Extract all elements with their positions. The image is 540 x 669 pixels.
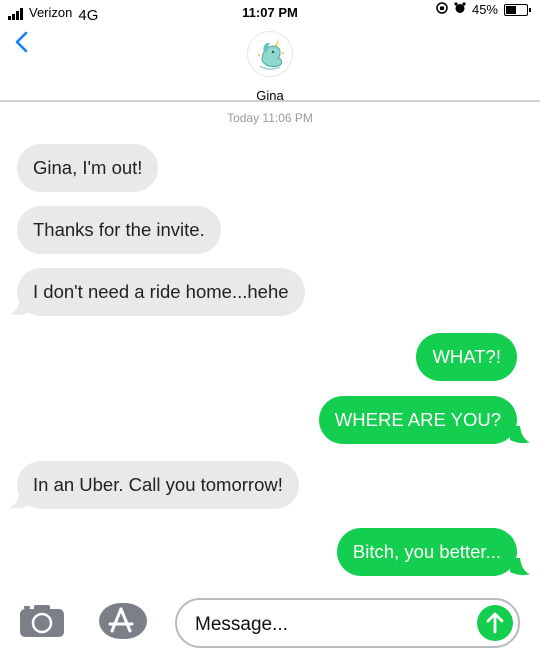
alarm-icon xyxy=(454,2,466,17)
battery-percent: 45% xyxy=(471,2,498,17)
received-message[interactable]: Thanks for the invite. xyxy=(17,206,221,254)
sent-message[interactable]: WHAT?! xyxy=(416,333,517,381)
received-message[interactable]: In an Uber. Call you tomorrow! xyxy=(17,461,299,509)
header-divider xyxy=(0,100,540,102)
status-indicators: 45% xyxy=(436,2,531,17)
battery-icon xyxy=(504,3,531,16)
camera-icon[interactable] xyxy=(18,603,66,639)
rotation-lock-icon xyxy=(436,2,448,17)
chevron-left-icon[interactable] xyxy=(12,30,32,54)
thread-timestamp: Today 11:06 PM xyxy=(227,111,313,125)
send-button[interactable] xyxy=(477,605,513,641)
message-input[interactable]: Message... xyxy=(175,598,520,648)
received-message[interactable]: Gina, I'm out! xyxy=(17,144,159,192)
sent-message[interactable]: WHERE ARE YOU? xyxy=(318,396,517,444)
arrow-up-icon xyxy=(486,612,504,634)
message-placeholder: Message... xyxy=(195,614,288,635)
app-store-icon[interactable] xyxy=(97,601,149,641)
sent-message[interactable]: Bitch, you better... xyxy=(336,528,517,576)
unicorn-avatar xyxy=(258,38,284,70)
received-message[interactable]: I don't need a ride home...hehe xyxy=(17,268,305,316)
contact-avatar[interactable] xyxy=(248,32,292,76)
status-bar: Verizon 4G 11:07 PM 45% xyxy=(0,0,540,26)
